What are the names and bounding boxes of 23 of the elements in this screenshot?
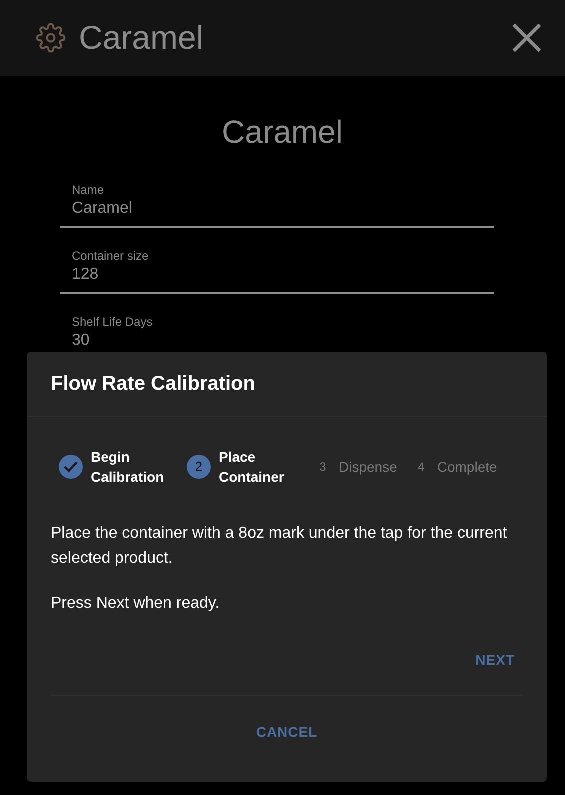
- close-icon[interactable]: [511, 22, 543, 54]
- step-label: Place Container: [219, 448, 286, 487]
- instruction-text: Press Next when ready.: [51, 594, 221, 614]
- instruction-text: Place the container with a 8oz mark under the tap for the current selected product.: [51, 524, 508, 569]
- dialog-title: Flow Rate Calibration: [51, 372, 256, 397]
- step-label: Begin Calibration: [91, 448, 166, 487]
- app-title: Caramel: [79, 18, 204, 58]
- step-number: 3: [318, 459, 328, 476]
- text-field[interactable]: Container size 128: [60, 248, 494, 294]
- field-value: Caramel: [72, 199, 134, 219]
- step-label: Complete: [437, 458, 498, 477]
- step-label: Dispense: [339, 458, 398, 477]
- step-number: 4: [417, 459, 426, 476]
- field-label: Shelf Life Days: [72, 314, 154, 330]
- text-field[interactable]: Name Caramel: [60, 182, 494, 228]
- field-value: 30: [72, 331, 91, 351]
- check-icon: [64, 461, 78, 473]
- field-label: Container size: [72, 248, 150, 264]
- step-badge: 2: [187, 455, 211, 479]
- field-label: Name: [72, 182, 106, 198]
- page-heading: Caramel: [221, 113, 344, 152]
- field-value: 128: [72, 265, 100, 285]
- settings-icon[interactable]: [36, 23, 66, 53]
